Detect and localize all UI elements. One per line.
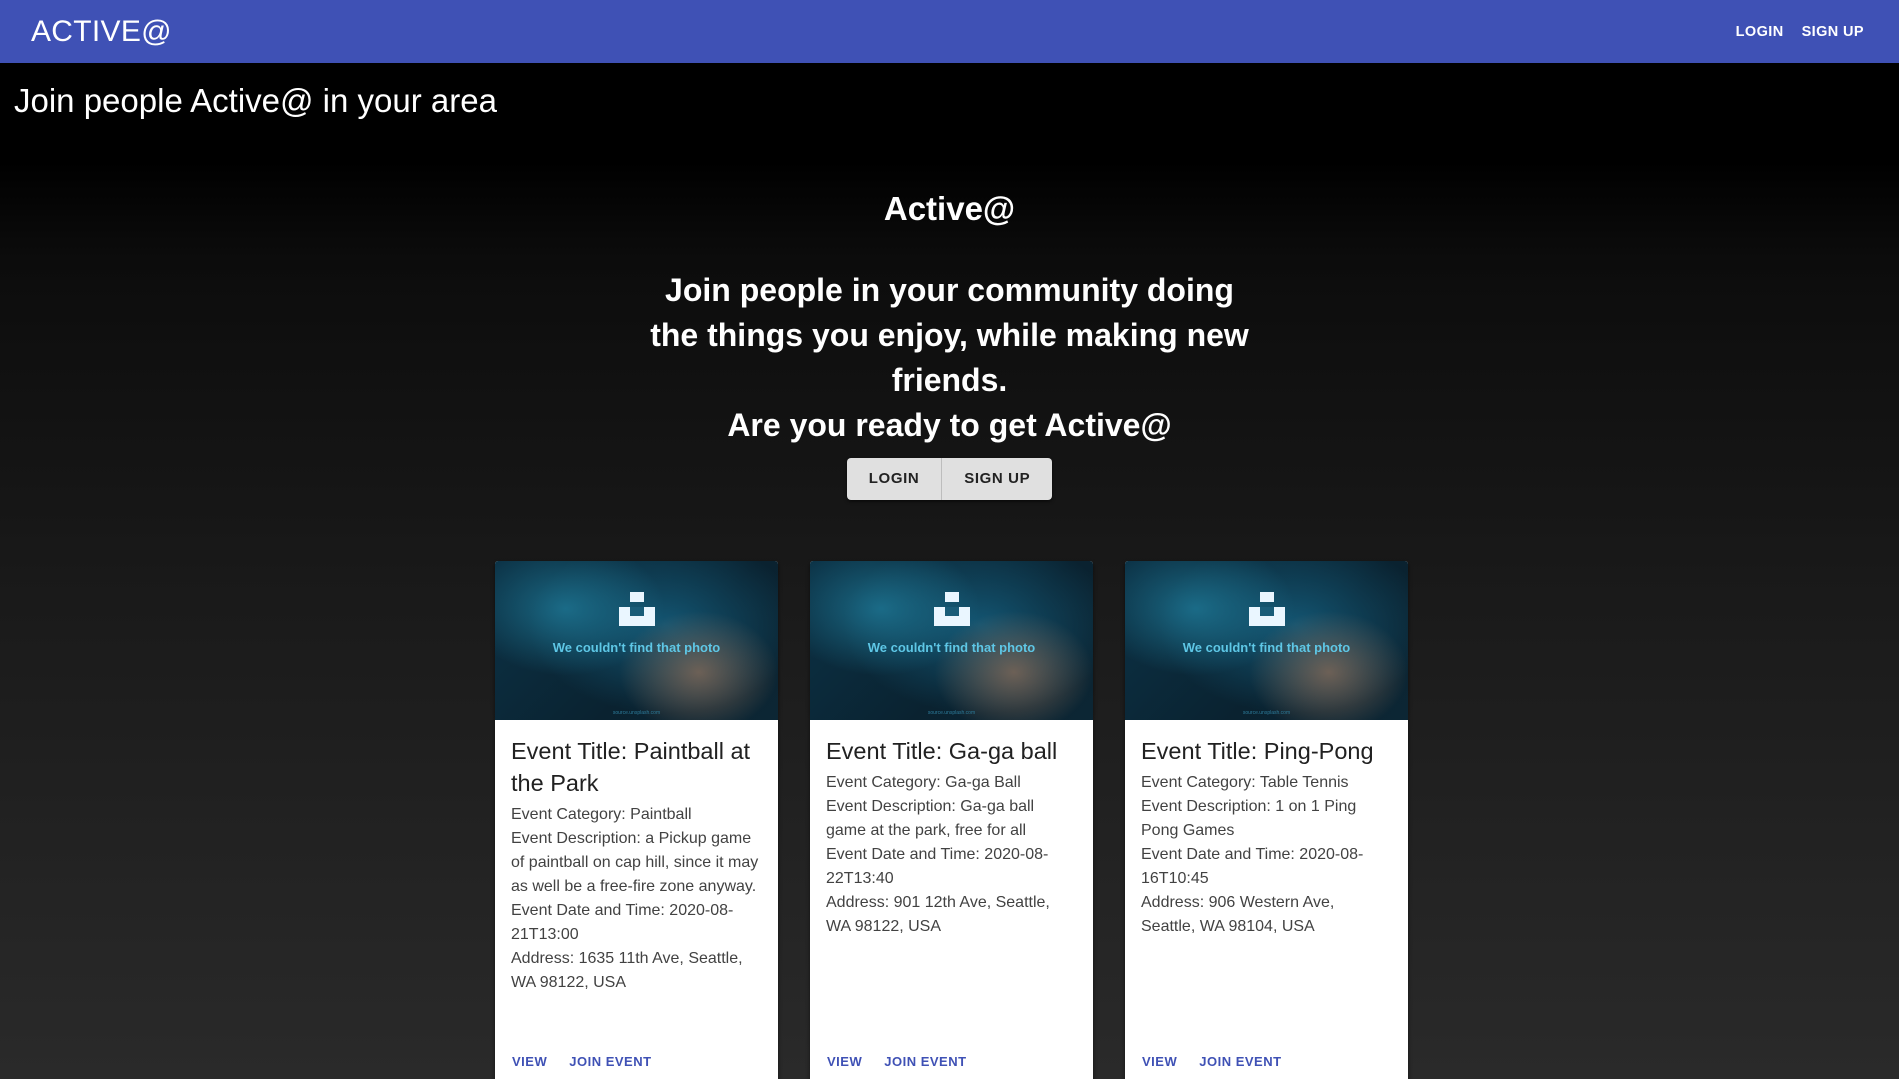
image-source-text: source.unsplash.com: [612, 710, 661, 716]
join-event-button[interactable]: JOIN EVENT: [560, 1046, 660, 1077]
nav-signup-button[interactable]: SIGN UP: [1796, 16, 1870, 48]
card-actions: VIEW JOIN EVENT: [818, 1046, 976, 1077]
image-missing-text: We couldn't find that photo: [552, 640, 721, 655]
brand-logo[interactable]: ACTIVE@: [31, 15, 172, 49]
hero-tagline: Join people in your community doing the …: [650, 272, 1249, 398]
hero-signup-button[interactable]: SIGN UP: [941, 458, 1052, 500]
card-content: Event Title: Ga-ga ball Event Category: …: [810, 720, 1093, 939]
event-category: Event Category: Table Tennis: [1141, 774, 1349, 791]
view-event-button[interactable]: VIEW: [818, 1046, 871, 1077]
event-category: Event Category: Paintball: [511, 806, 692, 823]
banner: Join people Active@ in your area: [0, 63, 1899, 161]
event-image-placeholder: We couldn't find that photo source.unspl…: [1125, 561, 1408, 720]
event-title: Event Title: Ping-Pong: [1141, 738, 1374, 764]
event-datetime: Event Date and Time: 2020-08-22T13:40: [826, 846, 1049, 887]
event-description: Event Description: Ga-ga ball game at th…: [826, 798, 1035, 839]
image-source-text: source.unsplash.com: [927, 710, 976, 716]
app-bar: ACTIVE@ LOGIN SIGN UP: [0, 0, 1899, 63]
event-description: Event Description: a Pickup game of pain…: [511, 830, 759, 895]
event-details: Event Category: Ga-ga Ball Event Descrip…: [826, 771, 1077, 939]
hero-login-button[interactable]: LOGIN: [847, 458, 942, 500]
event-address: Address: 901 12th Ave, Seattle, WA 98122…: [826, 894, 1050, 935]
event-image-placeholder: We couldn't find that photo source.unspl…: [810, 561, 1093, 720]
event-image-placeholder: We couldn't find that photo source.unspl…: [495, 561, 778, 720]
image-missing-text: We couldn't find that photo: [867, 640, 1036, 655]
hero-button-group: LOGIN SIGN UP: [846, 458, 1053, 500]
card-actions: VIEW JOIN EVENT: [1133, 1046, 1291, 1077]
hero-cta: Are you ready to get Active@: [727, 407, 1172, 443]
card-content: Event Title: Paintball at the Park Event…: [495, 720, 778, 995]
event-details: Event Category: Table Tennis Event Descr…: [1141, 771, 1392, 939]
event-card: We couldn't find that photo source.unspl…: [1125, 561, 1408, 1079]
event-card: We couldn't find that photo source.unspl…: [810, 561, 1093, 1079]
join-event-button[interactable]: JOIN EVENT: [1190, 1046, 1290, 1077]
event-card: We couldn't find that photo source.unspl…: [495, 561, 778, 1079]
event-title: Event Title: Ga-ga ball: [826, 738, 1058, 764]
unsplash-logo-icon: [934, 592, 970, 626]
image-source-text: source.unsplash.com: [1242, 710, 1291, 716]
event-address: Address: 906 Western Ave, Seattle, WA 98…: [1141, 894, 1335, 935]
event-description: Event Description: 1 on 1 Ping Pong Game…: [1141, 798, 1357, 839]
event-address: Address: 1635 11th Ave, Seattle, WA 9812…: [511, 950, 743, 991]
hero: Active@ Join people in your community do…: [0, 190, 1899, 500]
event-category: Event Category: Ga-ga Ball: [826, 774, 1021, 791]
nav-login-button[interactable]: LOGIN: [1730, 16, 1790, 48]
event-title: Event Title: Paintball at the Park: [511, 738, 751, 796]
hero-brand: Active@: [883, 190, 1016, 227]
card-content: Event Title: Ping-Pong Event Category: T…: [1125, 720, 1408, 939]
view-event-button[interactable]: VIEW: [503, 1046, 556, 1077]
unsplash-logo-icon: [1249, 592, 1285, 626]
image-missing-text: We couldn't find that photo: [1182, 640, 1351, 655]
card-actions: VIEW JOIN EVENT: [503, 1046, 661, 1077]
event-details: Event Category: Paintball Event Descript…: [511, 803, 762, 995]
event-datetime: Event Date and Time: 2020-08-21T13:00: [511, 902, 734, 943]
join-event-button[interactable]: JOIN EVENT: [875, 1046, 975, 1077]
event-card-list: We couldn't find that photo source.unspl…: [495, 561, 1408, 1079]
banner-title: Join people Active@ in your area: [14, 82, 497, 119]
top-nav: LOGIN SIGN UP: [1730, 16, 1870, 48]
unsplash-logo-icon: [619, 592, 655, 626]
page: ACTIVE@ LOGIN SIGN UP Join people Active…: [0, 0, 1899, 1079]
event-datetime: Event Date and Time: 2020-08-16T10:45: [1141, 846, 1364, 887]
view-event-button[interactable]: VIEW: [1133, 1046, 1186, 1077]
